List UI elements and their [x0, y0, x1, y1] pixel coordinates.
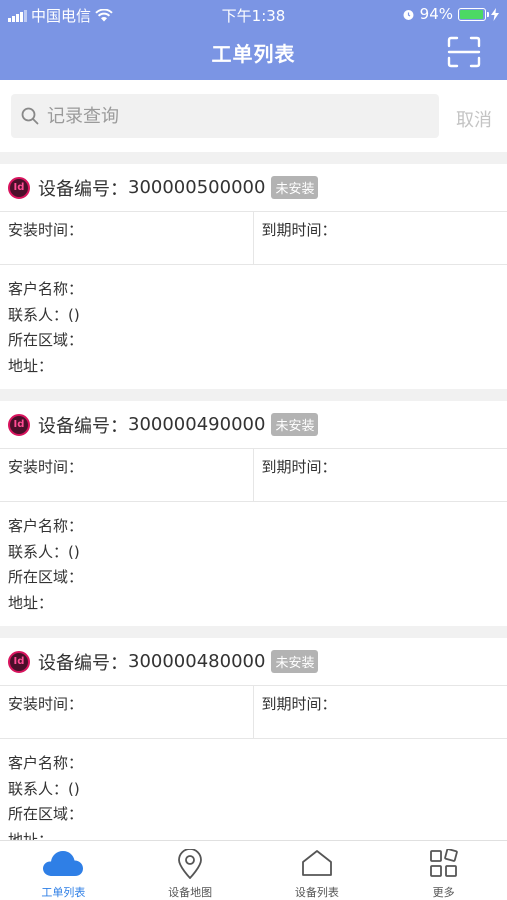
list-item[interactable]: Id 设备编号： 300000480000 未安装 安装时间： 到期时间： 客户…: [0, 638, 507, 840]
address: 地址：: [8, 356, 54, 375]
customer-name: 客户名称：: [8, 754, 84, 772]
tab-label: 设备地图: [168, 886, 213, 899]
search-input[interactable]: [47, 94, 427, 138]
device-no: 300000480000: [128, 651, 266, 672]
contact: 联系人：(): [8, 779, 80, 798]
device-icon: Id: [8, 176, 30, 199]
status-badge: 未安装: [271, 650, 319, 673]
scan-button[interactable]: [447, 36, 481, 68]
region: 所在区域：: [8, 331, 84, 349]
install-time: 安装时间：: [0, 449, 254, 501]
grid-icon: [429, 849, 458, 877]
region: 所在区域：: [8, 805, 84, 823]
expire-time: 到期时间：: [261, 695, 337, 713]
list-item[interactable]: Id 设备编号： 300000490000 未安装 安装时间： 到期时间： 客户…: [0, 401, 507, 626]
tab-work-orders[interactable]: 工单列表: [0, 841, 127, 900]
battery-icon: [458, 7, 489, 21]
install-time: 安装时间：: [0, 686, 254, 738]
tab-label: 工单列表: [41, 886, 86, 899]
list-item[interactable]: Id 设备编号： 300000500000 未安装 安装时间： 到期时间： 客户…: [0, 164, 507, 389]
address: 地址：: [8, 830, 54, 841]
tab-label: 设备列表: [294, 886, 339, 899]
device-no-label: 设备编号：: [38, 652, 128, 674]
tab-label: 更多: [432, 886, 455, 899]
alarm-icon: [403, 9, 414, 20]
cloud-icon: [43, 851, 84, 876]
search-bar: 取消: [0, 80, 507, 152]
device-no: 300000490000: [128, 414, 266, 435]
status-bar: 中国电信 下午1:38 94%: [0, 0, 507, 28]
customer-name: 客户名称：: [8, 517, 84, 535]
device-no-label: 设备编号：: [38, 178, 128, 200]
tab-device-map[interactable]: 设备地图: [127, 841, 254, 900]
contact: 联系人：(): [8, 305, 80, 324]
cancel-button[interactable]: 取消: [456, 106, 492, 132]
device-icon: Id: [8, 650, 30, 673]
search-box[interactable]: [11, 94, 439, 138]
status-badge: 未安装: [271, 176, 319, 199]
customer-name: 客户名称：: [8, 280, 84, 298]
home-icon: [301, 850, 332, 876]
search-icon: [21, 107, 39, 125]
charging-icon: [491, 7, 499, 21]
map-pin-icon: [178, 849, 203, 879]
install-time: 安装时间：: [0, 212, 254, 264]
device-no: 300000500000: [128, 177, 266, 198]
tab-more[interactable]: 更多: [380, 841, 507, 900]
header: 中国电信 下午1:38 94% 工单列表: [0, 0, 507, 80]
page-title: 工单列表: [211, 42, 296, 66]
battery-percent: 94%: [419, 5, 453, 23]
device-no-label: 设备编号：: [38, 415, 128, 437]
work-order-list[interactable]: Id 设备编号： 300000500000 未安装 安装时间： 到期时间： 客户…: [0, 152, 507, 840]
status-badge: 未安装: [271, 413, 319, 436]
tab-device-list[interactable]: 设备列表: [254, 841, 381, 900]
device-icon: Id: [8, 413, 30, 436]
region: 所在区域：: [8, 568, 84, 586]
address: 地址：: [8, 593, 54, 612]
scan-icon: [447, 36, 481, 68]
tab-bar: 工单列表 设备地图 设备列表 更多: [0, 840, 507, 900]
expire-time: 到期时间：: [261, 221, 337, 239]
contact: 联系人：(): [8, 542, 80, 561]
expire-time: 到期时间：: [261, 458, 337, 476]
